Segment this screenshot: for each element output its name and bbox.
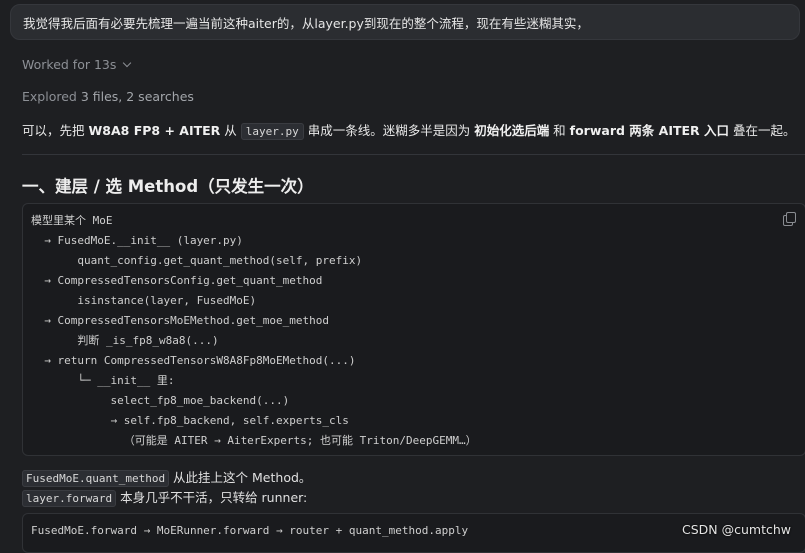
explored-detail: 3 files, 2 searches <box>80 89 194 104</box>
code-line: 判断 _is_fp8_w8a8(...) <box>31 334 219 347</box>
summary-inline-code: layer.py <box>240 123 304 140</box>
code-line: （可能是 AITER → AiterExperts; 也可能 Triton/De… <box>31 434 477 447</box>
code-line: quant_config.get_quant_method(self, pref… <box>31 254 363 267</box>
note-quant-method: FusedMoE.quant_method 从此挂上这个 Method。 <box>22 467 312 487</box>
divider <box>22 154 805 155</box>
copy-icon[interactable] <box>783 212 797 226</box>
worked-toggle[interactable]: Worked for 13s <box>22 57 132 72</box>
user-message-text: 我觉得我后面有必要先梳理一遍当前这种aiter的，从layer.py到现在的整个… <box>23 15 589 31</box>
code-line: → CompressedTensorsMoEMethod.get_moe_met… <box>31 314 330 327</box>
explored-label: Explored <box>22 89 77 104</box>
summary-text-2: 从 <box>220 123 241 138</box>
note1-text: 从此挂上这个 Method。 <box>169 470 312 485</box>
code-line: select_fp8_moe_backend(...) <box>31 394 290 407</box>
user-message-bubble: 我觉得我后面有必要先梳理一遍当前这种aiter的，从layer.py到现在的整个… <box>10 4 800 40</box>
section-heading: 一、建层 / 选 Method（只发生一次） <box>22 177 314 196</box>
chevron-down-icon <box>123 58 132 68</box>
code-line: → self.fp8_backend, self.experts_cls <box>31 414 349 427</box>
summary-bold-3: forward 两条 AITER 入口 <box>569 123 730 138</box>
note-layer-forward: layer.forward 本身几乎不干活，只转给 runner: <box>22 487 308 507</box>
summary-text-3: 串成一条线。迷糊多半是因为 <box>303 123 475 138</box>
note1-inline-code: FusedMoE.quant_method <box>22 470 170 487</box>
code-line: └─ __init__ 里: <box>31 374 175 387</box>
code-line: isinstance(layer, FusedMoE) <box>31 294 257 307</box>
summary-text-5: 叠在一起。 <box>729 123 796 138</box>
note2-text: 本身几乎不干活，只转给 runner: <box>116 490 308 505</box>
summary-bold-1: W8A8 FP8 + AITER <box>88 123 221 138</box>
assistant-summary: 可以，先把 W8A8 FP8 + AITER 从 layer.py 串成一条线。… <box>22 120 796 140</box>
note2-inline-code: layer.forward <box>22 490 117 507</box>
watermark: CSDN @cumtchw <box>681 522 791 537</box>
code-block: 模型里某个 MoE → FusedMoE.__init__ (layer.py)… <box>22 203 805 456</box>
code-line: → return CompressedTensorsW8A8Fp8MoEMeth… <box>31 354 356 367</box>
code-line: → FusedMoE.__init__ (layer.py) <box>31 234 243 247</box>
summary-bold-2: 初始化选后端 <box>474 123 550 138</box>
code-line: → CompressedTensorsConfig.get_quant_meth… <box>31 274 323 287</box>
code-line: 模型里某个 MoE <box>31 214 113 227</box>
worked-label: Worked for 13s <box>22 57 117 72</box>
summary-text-4: 和 <box>549 123 570 138</box>
explored-summary: Explored 3 files, 2 searches <box>22 89 194 104</box>
summary-text-1: 可以，先把 <box>22 123 89 138</box>
